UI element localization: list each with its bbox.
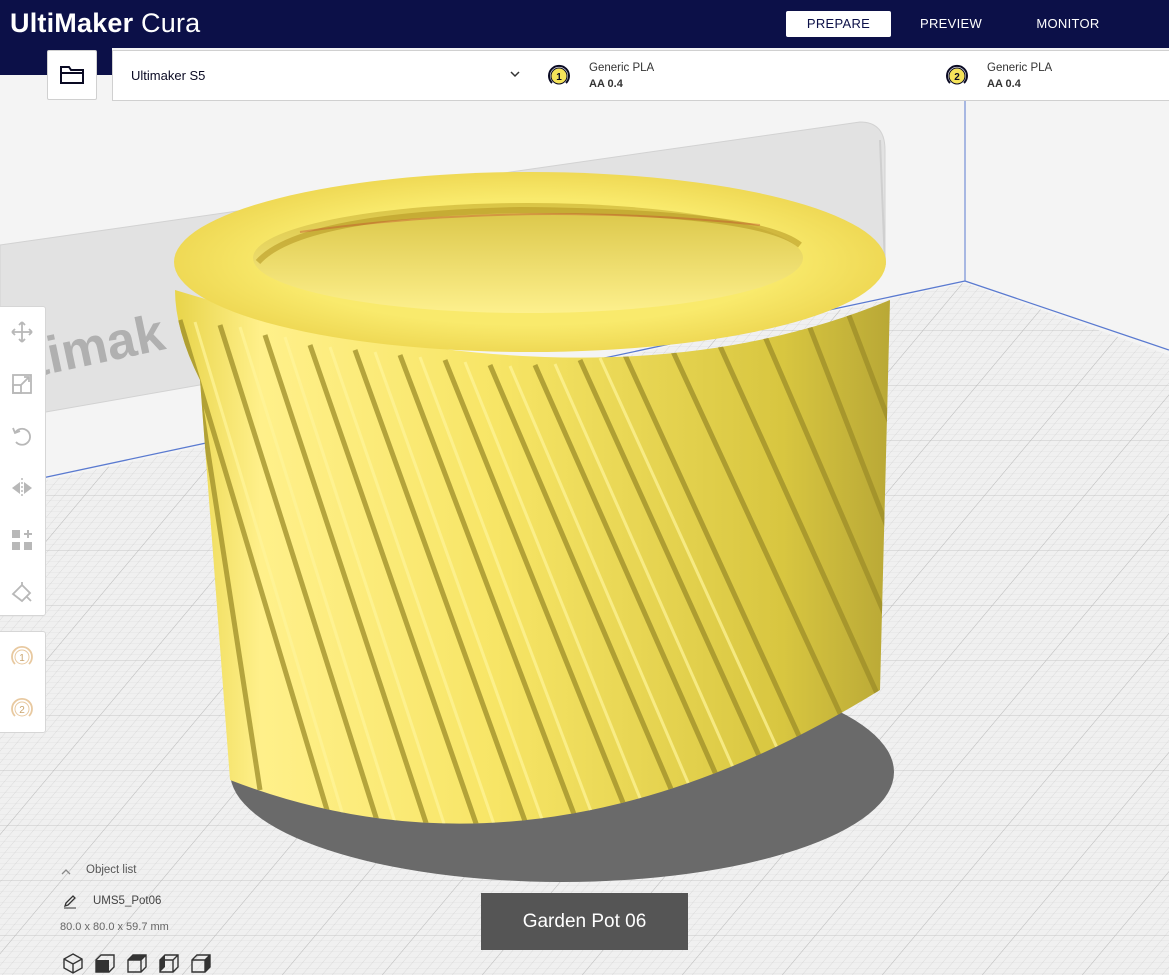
printer-name: Ultimaker S5	[131, 68, 206, 83]
3d-viewport[interactable]: ltimak	[0, 48, 1169, 975]
extruder-2-tool[interactable]: 2	[10, 697, 34, 721]
object-tooltip: Garden Pot 06	[481, 893, 688, 950]
support-blocker-icon[interactable]	[10, 580, 34, 604]
extruder-2-icon: 2	[946, 64, 968, 85]
object-list-label: Object list	[86, 864, 137, 876]
left-view-icon[interactable]	[157, 951, 181, 975]
object-name-row[interactable]: UMS5_Pot06	[60, 893, 260, 911]
print-setup-selector[interactable]: 1 Generic PLA AA 0.4 2 Generic PLA AA 0.…	[531, 50, 1169, 101]
move-icon[interactable]	[10, 320, 34, 344]
extruder-1-config[interactable]: 1 Generic PLA AA 0.4	[547, 51, 927, 102]
chevron-up-icon	[61, 869, 71, 875]
mirror-icon[interactable]	[10, 476, 34, 500]
scale-icon[interactable]	[10, 372, 34, 396]
extruder-tool-panel: 1 2	[0, 631, 46, 733]
3d-view-icon[interactable]	[61, 951, 85, 975]
tab-preview[interactable]: PREVIEW	[900, 11, 1002, 37]
extruder-1-core: AA 0.4	[589, 78, 623, 90]
front-view-icon[interactable]	[93, 951, 117, 975]
folder-icon	[60, 66, 84, 84]
svg-text:2: 2	[19, 705, 25, 716]
extruder-1-icon: 1	[548, 64, 570, 85]
top-view-icon[interactable]	[125, 951, 149, 975]
tab-prepare[interactable]: PREPARE	[786, 11, 891, 37]
app-logo: UltiMaker Cura	[10, 8, 201, 38]
rotate-icon[interactable]	[10, 424, 34, 448]
svg-text:1: 1	[556, 72, 562, 83]
printer-selector[interactable]: Ultimaker S5	[112, 50, 532, 101]
top-bar: UltiMaker Cura PREPARE PREVIEW MONITOR	[0, 0, 1169, 48]
chevron-down-icon	[510, 71, 520, 78]
svg-text:1: 1	[19, 653, 25, 664]
tool-panel	[0, 306, 46, 616]
extruder-1-material: Generic PLA	[589, 62, 655, 74]
extruder-2-config[interactable]: 2 Generic PLA AA 0.4	[945, 51, 1165, 102]
extruder-1-tool[interactable]: 1	[10, 645, 34, 669]
per-model-settings-icon[interactable]	[10, 528, 34, 552]
right-view-icon[interactable]	[189, 951, 213, 975]
object-dimensions: 80.0 x 80.0 x 59.7 mm	[60, 921, 169, 933]
object-name: UMS5_Pot06	[93, 895, 162, 907]
extruder-2-core: AA 0.4	[987, 78, 1021, 90]
tab-monitor[interactable]: MONITOR	[1017, 11, 1119, 37]
svg-text:2: 2	[954, 72, 960, 83]
pencil-icon	[63, 895, 76, 909]
extruder-2-material: Generic PLA	[987, 62, 1053, 74]
open-file-button[interactable]	[47, 50, 97, 100]
